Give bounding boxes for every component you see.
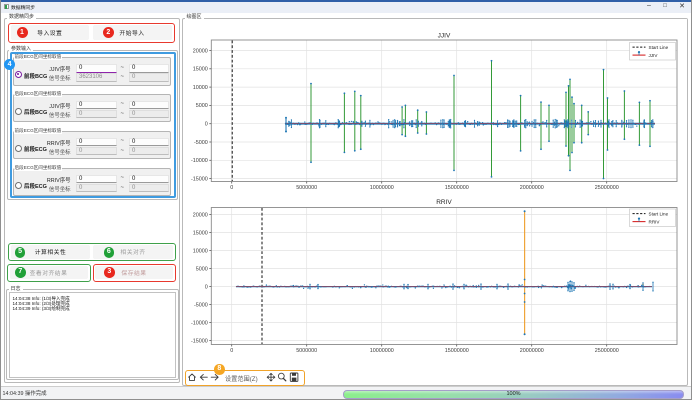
svg-text:RRIV: RRIV <box>436 199 452 206</box>
svg-text:15000: 15000 <box>193 230 208 236</box>
svg-text:-10000: -10000 <box>191 320 208 326</box>
svg-text:-5000: -5000 <box>194 140 208 146</box>
svg-text:10000000: 10000000 <box>370 348 394 354</box>
svg-text:Start Line: Start Line <box>649 45 669 50</box>
svg-text:5000: 5000 <box>196 103 208 109</box>
svg-text:20000000: 20000000 <box>520 185 544 191</box>
svg-text:20000000: 20000000 <box>520 348 544 354</box>
svg-text:RRIV: RRIV <box>649 219 661 224</box>
svg-text:-5000: -5000 <box>194 302 208 308</box>
svg-text:25000000: 25000000 <box>595 348 619 354</box>
svg-text:10000000: 10000000 <box>370 185 394 191</box>
svg-text:5000: 5000 <box>196 266 208 272</box>
svg-text:0: 0 <box>230 185 233 191</box>
svg-text:15000000: 15000000 <box>445 348 469 354</box>
svg-text:5000000: 5000000 <box>296 348 317 354</box>
svg-text:JJIV: JJIV <box>649 53 659 58</box>
svg-text:15000: 15000 <box>193 67 208 73</box>
svg-text:20000: 20000 <box>193 212 208 218</box>
svg-text:25000000: 25000000 <box>595 185 619 191</box>
svg-text:20000: 20000 <box>193 48 208 54</box>
svg-text:-15000: -15000 <box>191 338 208 344</box>
svg-text:0: 0 <box>205 284 208 290</box>
svg-text:5000000: 5000000 <box>296 185 317 191</box>
svg-text:15000000: 15000000 <box>445 185 469 191</box>
svg-text:Start Line: Start Line <box>649 211 669 216</box>
svg-text:-15000: -15000 <box>191 176 208 182</box>
svg-text:-10000: -10000 <box>191 158 208 164</box>
svg-text:JJIV: JJIV <box>438 33 451 40</box>
svg-text:0: 0 <box>230 348 233 354</box>
svg-text:10000: 10000 <box>193 85 208 91</box>
svg-text:0: 0 <box>205 122 208 128</box>
svg-text:10000: 10000 <box>193 248 208 254</box>
